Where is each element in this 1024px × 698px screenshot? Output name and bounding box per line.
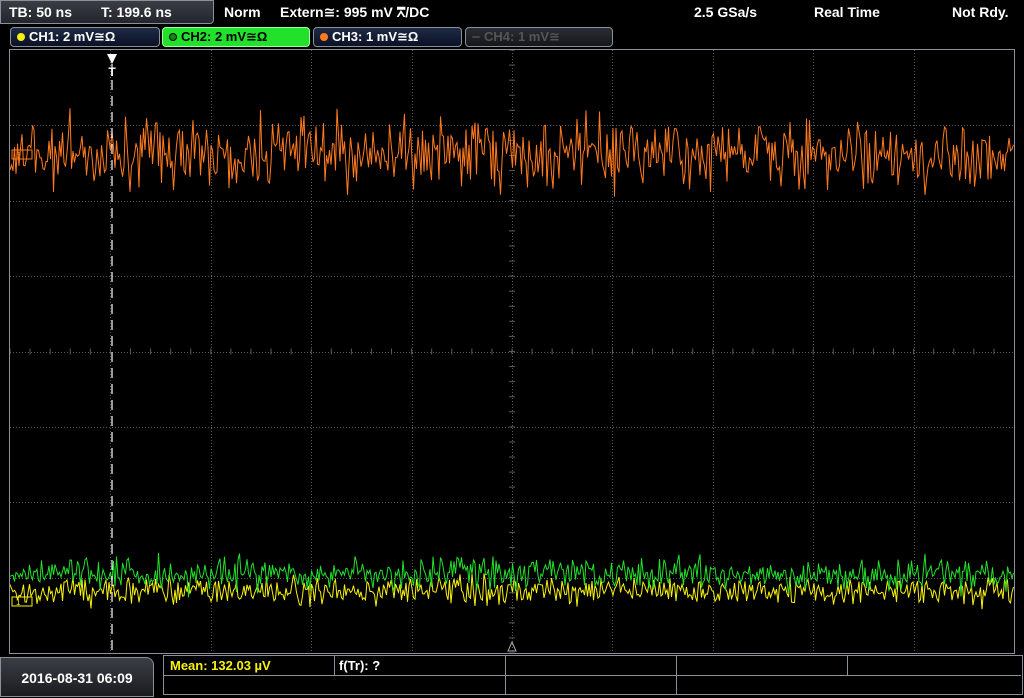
acq-mode-label: Norm <box>224 4 261 20</box>
measurement-cell-3[interactable] <box>506 656 677 676</box>
datetime-display: 2016-08-31 06:09 <box>0 657 154 697</box>
frequency-counter: f(Tr): ? <box>339 658 381 673</box>
top-bar: TB: 50 ns T: 199.6 ns Norm Extern≅: 995 … <box>0 0 1024 26</box>
trigger-time-label: T: 199.6 ns <box>101 4 172 20</box>
measurement-cell-6[interactable] <box>506 675 677 694</box>
ch1-dot-icon <box>17 33 25 41</box>
ch2-dot-icon <box>169 33 177 41</box>
channel-button-ch1[interactable]: CH1: 2 mV≅Ω <box>10 27 160 47</box>
timebase-panel[interactable]: TB: 50 ns T: 199.6 ns <box>0 0 214 24</box>
timebase-label: TB: 50 ns <box>9 4 73 20</box>
measurement-cell-7[interactable] <box>164 675 506 694</box>
sample-rate-label: 2.5 GSa/s <box>694 4 758 20</box>
mean-measurement: Mean: 132.03 µV <box>170 658 271 673</box>
horizontal-position-icon[interactable] <box>507 640 517 652</box>
ch1-marker-label: 1 <box>16 598 21 607</box>
measurement-cell-counter[interactable]: f(Tr): ? <box>335 656 506 676</box>
trigger-source-label: Extern≅: 995 mV ⩞/DC <box>280 4 430 20</box>
ch3-marker-label: 3 <box>16 151 21 160</box>
channel-button-ch4[interactable]: CH4: 1 mV≅ <box>465 27 613 47</box>
channel-button-ch3[interactable]: CH3: 1 mV≅Ω <box>313 27 462 47</box>
ch4-label: CH4: 1 mV≅ <box>484 29 560 44</box>
trigger-arrow-icon[interactable] <box>107 54 117 64</box>
trigger-panel[interactable]: Norm Extern≅: 995 mV ⩞/DC 2.5 GSa/s Real… <box>216 0 1024 24</box>
ch4-dash-icon <box>472 36 480 38</box>
ch1-label: CH1: 2 mV≅Ω <box>29 29 116 44</box>
measurement-cell-mean[interactable]: Mean: 132.03 µV <box>164 656 335 676</box>
trigger-marker-label: T <box>108 65 116 79</box>
bottom-bar: 2016-08-31 06:09 Mean: 132.03 µV f(Tr): … <box>0 655 1024 697</box>
measurement-panel[interactable]: Mean: 132.03 µV f(Tr): ? <box>163 655 1023 695</box>
ch3-waveform <box>10 108 1014 197</box>
ch2-label: CH2: 2 mV≅Ω <box>181 29 268 44</box>
channel-button-ch2[interactable]: CH2: 2 mV≅Ω <box>162 27 310 47</box>
ch1-reference-marker[interactable]: 1 <box>11 596 33 607</box>
ch3-dot-icon <box>320 33 328 41</box>
measurement-cell-4[interactable] <box>677 656 848 676</box>
acq-mode-realtime-label: Real Time <box>814 4 880 20</box>
waveform-svg: T 3 1 <box>10 50 1014 653</box>
waveform-display[interactable]: T 3 1 <box>9 49 1015 654</box>
measurement-cell-5[interactable] <box>848 656 1021 676</box>
status-label: Not Rdy. <box>952 4 1009 20</box>
channel-bar: CH1: 2 mV≅Ω CH2: 2 mV≅Ω CH3: 1 mV≅Ω CH4:… <box>0 26 1024 48</box>
ch3-label: CH3: 1 mV≅Ω <box>332 29 419 44</box>
